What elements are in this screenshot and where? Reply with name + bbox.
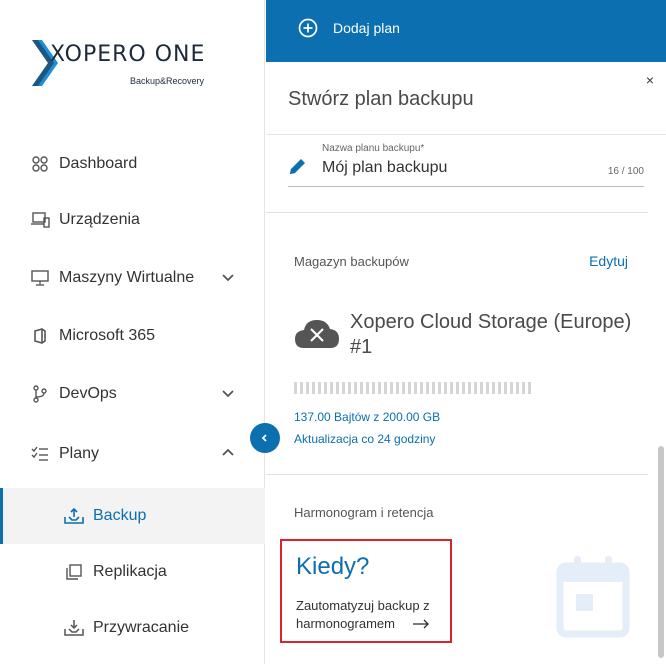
backup-icon [64, 506, 84, 526]
copy-icon [64, 562, 84, 582]
office-icon [30, 326, 50, 346]
logo-tagline: Backup&Recovery [130, 76, 205, 86]
plus-circle-icon [298, 18, 318, 38]
divider [266, 474, 648, 475]
storage-name: Xopero Cloud Storage (Europe) #1 [350, 311, 632, 358]
restore-icon [64, 618, 84, 638]
panel-title: Stwórz plan backupu [288, 88, 474, 110]
calendar-icon [556, 556, 630, 638]
divider [266, 212, 648, 213]
pencil-icon [290, 159, 305, 174]
sidebar-item-virtual-machines[interactable]: Maszyny Wirtualne [0, 254, 265, 302]
close-icon[interactable]: × [646, 72, 654, 88]
storage-section-title: Magazyn backupów [294, 254, 409, 269]
storage-usage-text: 137.00 Bajtów z 200.00 GB [294, 410, 441, 424]
sidebar-subitem-label: Backup [93, 507, 147, 524]
sidebar: XOPERO ONE Backup&Recovery Dashboard Urz… [0, 0, 265, 664]
character-counter: 16 / 100 [607, 166, 644, 177]
sidebar-item-label: Microsoft 365 [59, 327, 156, 344]
logo: XOPERO ONE Backup&Recovery [32, 40, 222, 88]
logo-wordmark: XOPERO ONE [50, 42, 206, 67]
sidebar-item-devices[interactable]: Urządzenia [0, 196, 265, 244]
sidebar-subitem-restore[interactable]: Przywracanie [0, 600, 265, 656]
branch-icon [30, 384, 50, 404]
monitor-icon [30, 268, 50, 288]
devices-icon [30, 210, 50, 230]
arrow-right-icon [413, 619, 429, 629]
divider [266, 134, 666, 135]
sidebar-item-label: Plany [59, 445, 100, 462]
create-plan-panel: × Stwórz plan backupu Nazwa planu backup… [266, 62, 666, 664]
sidebar-item-label: DevOps [59, 385, 117, 402]
add-plan-label: Dodaj plan [333, 20, 400, 36]
sidebar-item-label: Maszyny Wirtualne [59, 269, 195, 286]
plan-name-field[interactable]: Nazwa planu backupu* Mój plan backupu 16… [288, 140, 644, 190]
when-title: Kiedy? [296, 553, 370, 580]
sidebar-subitem-replication[interactable]: Replikacja [0, 544, 265, 600]
sidebar-subitem-label: Przywracanie [93, 619, 190, 636]
topbar: Dodaj plan [266, 0, 666, 62]
sidebar-item-devops[interactable]: DevOps [0, 370, 265, 418]
sidebar-item-plans[interactable]: Plany [0, 430, 265, 478]
sidebar-item-microsoft-365[interactable]: Microsoft 365 [0, 312, 265, 360]
plan-name-value[interactable]: Mój plan backupu [322, 159, 447, 177]
chevron-left-icon [261, 434, 267, 442]
dashboard-icon [30, 154, 50, 174]
chevron-down-icon[interactable] [219, 268, 237, 286]
sidebar-item-label: Dashboard [59, 155, 138, 172]
sidebar-subitem-backup[interactable]: Backup [0, 488, 265, 544]
collapse-sidebar-button[interactable] [250, 423, 280, 453]
sidebar-subitem-label: Replikacja [93, 563, 167, 580]
cloud-offline-icon [295, 320, 339, 348]
storage-update-text: Aktualizacja co 24 godziny [294, 432, 436, 446]
add-plan-button[interactable]: Dodaj plan [298, 18, 400, 38]
schedule-when-card[interactable]: Kiedy? Zautomatyzuj backup z harmonogram… [280, 539, 452, 643]
sidebar-item-dashboard[interactable]: Dashboard [0, 140, 265, 188]
checklist-icon [30, 444, 50, 464]
plan-name-label: Nazwa planu backupu* [322, 143, 425, 154]
scrollbar[interactable] [658, 446, 664, 658]
storage-usage-bar [294, 382, 531, 394]
schedule-section-title: Harmonogram i retencja [294, 505, 434, 520]
chevron-up-icon[interactable] [219, 444, 237, 462]
edit-storage-link[interactable]: Edytuj [589, 253, 628, 269]
sidebar-item-label: Urządzenia [59, 211, 140, 228]
input-underline [288, 186, 644, 187]
chevron-down-icon[interactable] [219, 384, 237, 402]
